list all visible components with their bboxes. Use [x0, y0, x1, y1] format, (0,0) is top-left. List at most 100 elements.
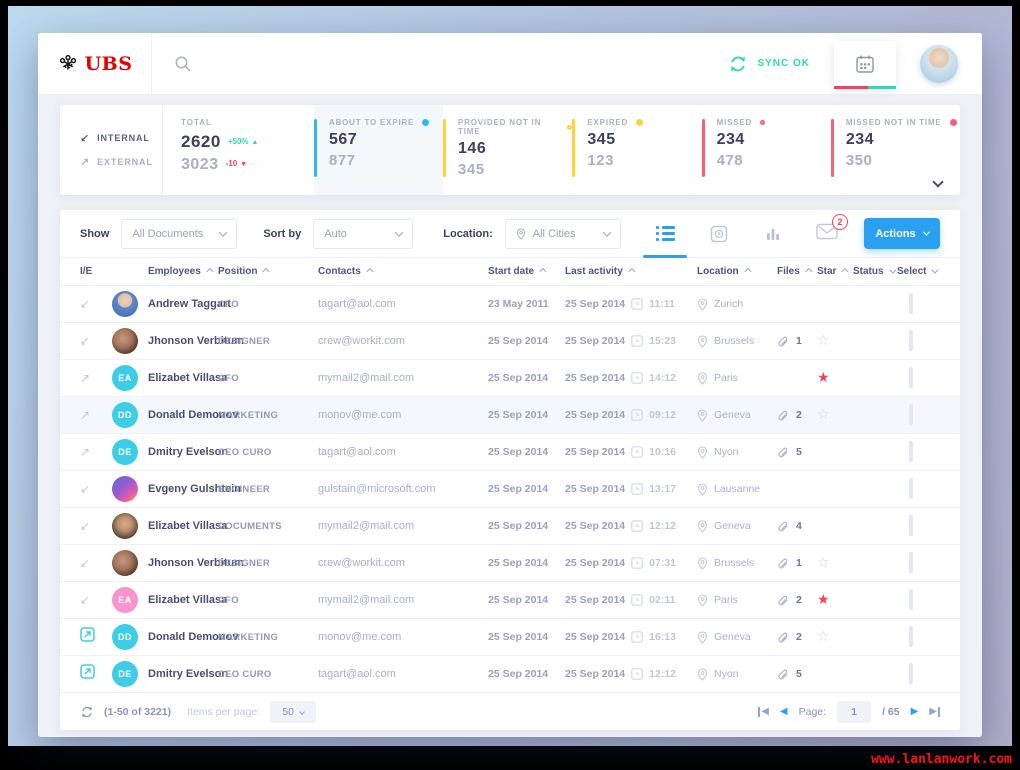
view-list-tab[interactable] — [638, 210, 692, 258]
table-row[interactable]: ↗ DE Dmitry Evelson CEO CURO tagart@aol.… — [60, 434, 960, 471]
column-header-contacts[interactable]: Contacts — [318, 266, 488, 277]
column-header-employees[interactable]: Employees — [112, 266, 218, 277]
column-header-status[interactable]: Status — [853, 266, 897, 277]
column-header-i-e[interactable]: I/E — [80, 266, 112, 277]
contact-email[interactable]: mymail2@mail.com — [318, 520, 488, 532]
row-checkbox[interactable] — [909, 404, 913, 425]
contact-email[interactable]: mymail2@mail.com — [318, 594, 488, 606]
files-cell[interactable]: 4 — [777, 520, 817, 532]
files-cell[interactable]: 5 — [777, 668, 817, 680]
star-icon[interactable]: ☆ — [817, 406, 830, 422]
avatar: DE — [112, 661, 138, 687]
column-header-location[interactable]: Location — [697, 266, 777, 277]
table-row[interactable]: DE Dmitry Evelson CEO CURO tagart@aol.co… — [60, 656, 960, 693]
row-checkbox[interactable] — [909, 367, 913, 388]
star-icon[interactable]: ☆ — [817, 554, 830, 570]
items-per-page-dropdown[interactable]: 50 — [270, 700, 317, 723]
column-header-last-activity[interactable]: Last activity — [565, 266, 697, 277]
view-chart-tab[interactable] — [746, 210, 800, 258]
last-page-button[interactable]: ▶ — [929, 706, 940, 717]
view-mail-tab[interactable]: 2 — [800, 210, 854, 258]
user-avatar[interactable] — [920, 44, 958, 83]
stat-card[interactable]: PROVIDED NOT IN TIME 146 345 — [443, 105, 573, 195]
column-header-label: Employees — [148, 266, 201, 277]
row-checkbox[interactable] — [909, 478, 913, 499]
table-row[interactable]: ↙ Jhonson Verbitum DESIGNER crew@workit.… — [60, 323, 960, 360]
employee-name[interactable]: Dmitry Evelson — [148, 446, 228, 458]
table-row[interactable]: ↙ Jhonson Verbitum DESIGNER crew@workit.… — [60, 545, 960, 582]
refresh-icon[interactable] — [80, 705, 94, 719]
files-cell[interactable]: 2 — [777, 631, 817, 643]
stat-card[interactable]: ABOUT TO EXPIRE 567 877 — [314, 105, 444, 195]
column-header-start-date[interactable]: Start date — [488, 266, 565, 277]
contact-email[interactable]: tagart@aol.com — [318, 298, 488, 310]
employee-name[interactable]: Elizabet Villasa — [148, 372, 227, 384]
sync-status[interactable]: SYNC OK — [728, 54, 810, 74]
calendar-button[interactable] — [834, 40, 896, 89]
actions-button[interactable]: Actions — [864, 218, 940, 249]
next-page-button[interactable]: ▶ — [911, 706, 919, 717]
previous-page-button[interactable]: ◀ — [780, 706, 788, 717]
internal-arrow-icon: ↙ — [80, 556, 91, 570]
external-filter[interactable]: ↗ EXTERNAL — [80, 156, 162, 169]
contact-email[interactable]: tagart@aol.com — [318, 446, 488, 458]
row-checkbox[interactable] — [909, 293, 913, 314]
star-icon[interactable]: ★ — [817, 591, 830, 607]
files-cell[interactable]: 1 — [777, 335, 817, 347]
table-row[interactable]: ↗ EA Elizabet Villasa CFO mymail2@mail.c… — [60, 360, 960, 397]
contact-email[interactable]: crew@workit.com — [318, 557, 488, 569]
employee-name[interactable]: Elizabet Villasa — [148, 594, 227, 606]
row-checkbox[interactable] — [909, 663, 913, 684]
column-header-position[interactable]: Position — [218, 266, 318, 277]
contact-email[interactable]: tagart@aol.com — [318, 668, 488, 680]
files-cell[interactable]: 1 — [777, 557, 817, 569]
row-checkbox[interactable] — [909, 552, 913, 573]
internal-filter[interactable]: ↙ INTERNAL — [80, 132, 162, 145]
row-checkbox[interactable] — [909, 441, 913, 462]
table-row[interactable]: ↙ Andrew Taggart CFO tagart@aol.com 23 M… — [60, 286, 960, 323]
location-dropdown[interactable]: All Cities — [504, 218, 621, 249]
row-checkbox[interactable] — [909, 515, 913, 536]
row-checkbox[interactable] — [909, 330, 913, 351]
table-row[interactable]: ↙ EA Elizabet Villasa CFO mymail2@mail.c… — [60, 582, 960, 619]
page-input[interactable]: 1 — [837, 700, 872, 723]
table-row[interactable]: ↙ Elizabet Villasa DOCUMENTS mymail2@mai… — [60, 508, 960, 545]
search-button[interactable] — [174, 33, 192, 94]
start-date: 25 Sep 2014 — [488, 483, 549, 495]
contact-email[interactable]: mymail2@mail.com — [318, 372, 488, 384]
files-cell[interactable]: 2 — [777, 594, 817, 606]
stat-card[interactable]: EXPIRED 345 123 — [572, 105, 701, 195]
table-card: Show All Documents Sort by Auto Location… — [60, 210, 960, 730]
stat-dot-icon — [760, 120, 766, 125]
row-checkbox[interactable] — [909, 589, 913, 610]
files-cell[interactable]: 5 — [777, 446, 817, 458]
contact-email[interactable]: crew@workit.com — [318, 335, 488, 347]
view-recent-tab[interactable] — [692, 210, 746, 258]
stat-primary-value: 234 — [845, 131, 875, 148]
files-cell[interactable]: 2 — [777, 409, 817, 421]
first-page-button[interactable]: ◀ — [758, 706, 769, 717]
column-header-files[interactable]: Files — [777, 266, 817, 277]
employee-name[interactable]: Elizabet Villasa — [148, 520, 227, 532]
star-icon[interactable]: ☆ — [817, 332, 830, 348]
stat-dot-icon — [422, 119, 430, 126]
table-row[interactable]: DD Donald Demonov MARKETING monov@me.com… — [60, 619, 960, 656]
documents-dropdown[interactable]: All Documents — [121, 218, 238, 249]
sort-dropdown[interactable]: Auto — [313, 218, 414, 249]
contact-email[interactable]: monov@me.com — [318, 409, 488, 421]
column-header-star[interactable]: Star — [817, 266, 853, 277]
sort-up-icon — [744, 267, 752, 276]
stat-cards: ABOUT TO EXPIRE 567 877 PROVIDED NOT IN … — [314, 105, 960, 195]
contact-email[interactable]: monov@me.com — [318, 631, 488, 643]
star-icon[interactable]: ★ — [817, 369, 830, 385]
contact-email[interactable]: gulstain@microsoft.com — [318, 483, 488, 495]
row-checkbox[interactable] — [909, 626, 913, 647]
table-row[interactable]: ↗ DD Donald Demonov MARKETING monov@me.c… — [60, 397, 960, 434]
activity-date: 25 Sep 2014 — [565, 409, 626, 421]
column-header-select[interactable]: Select — [897, 266, 940, 277]
table-row[interactable]: ↙ Evgeny Gulshtein ENGINEER gulstain@mic… — [60, 471, 960, 508]
stat-card[interactable]: MISSED 234 478 — [701, 105, 831, 195]
ubs-logo[interactable]: UBS — [38, 33, 152, 94]
star-icon[interactable]: ☆ — [817, 628, 830, 644]
employee-name[interactable]: Dmitry Evelson — [148, 668, 228, 680]
